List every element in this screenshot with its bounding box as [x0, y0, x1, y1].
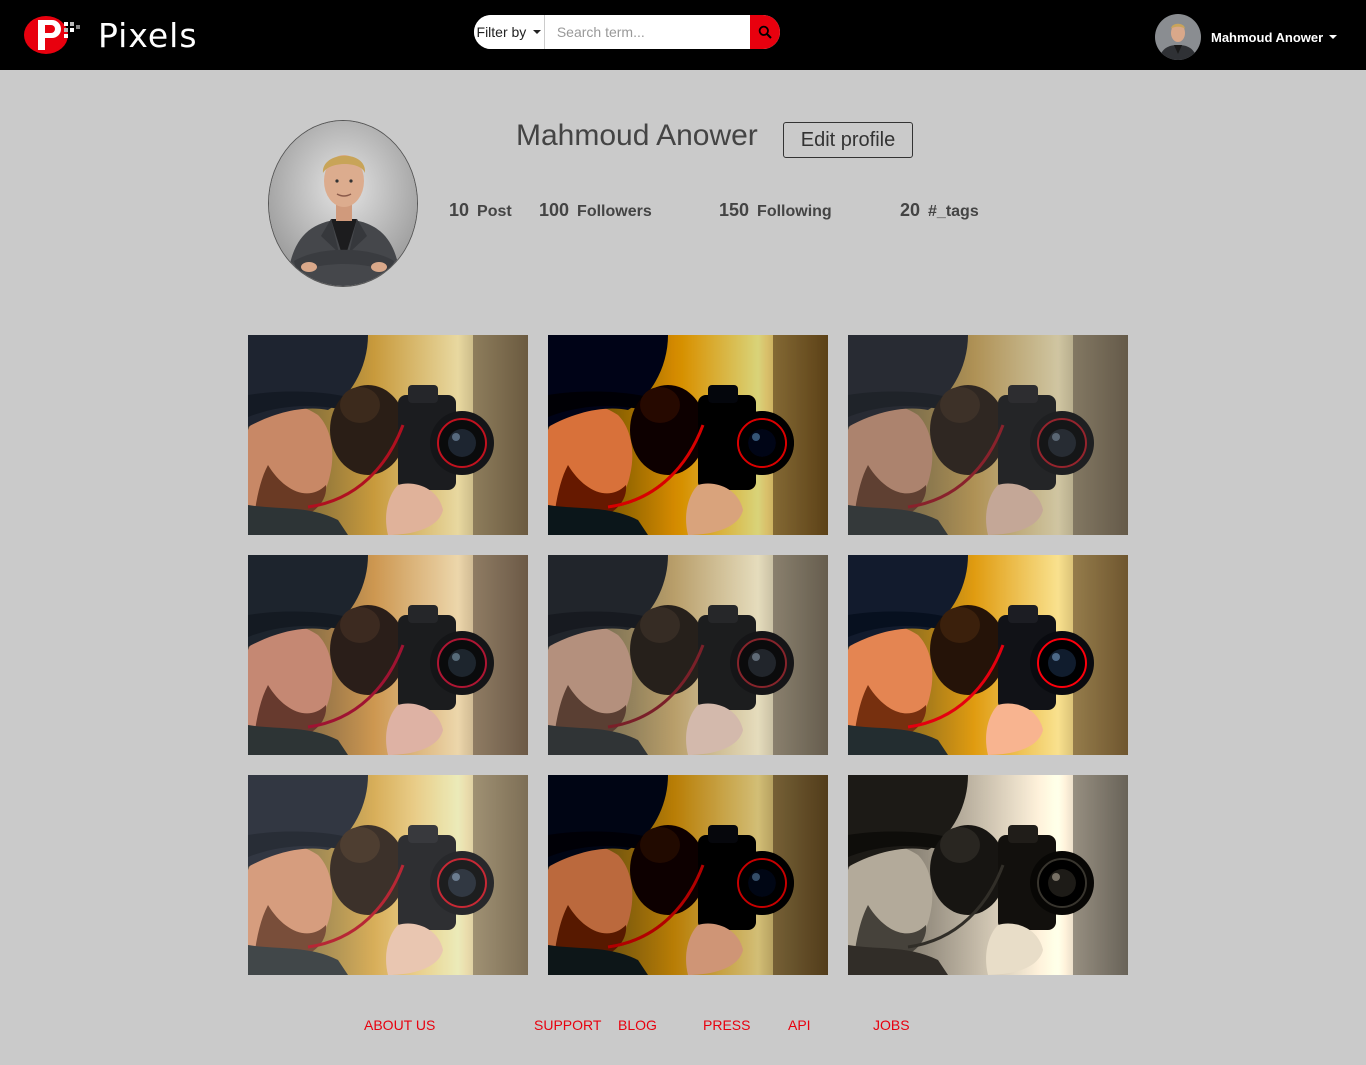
gallery-photo[interactable] [248, 775, 528, 975]
brand-logo[interactable]: Pixels [24, 14, 198, 56]
logo-icon [24, 16, 80, 54]
stat-following[interactable]: 150 Following [719, 200, 832, 221]
photo-image [248, 335, 528, 535]
stat-label: Followers [577, 203, 652, 220]
stat-value: 150 [719, 200, 750, 220]
photo-gallery [248, 335, 1128, 975]
stat-posts[interactable]: 10 Post [449, 200, 512, 221]
gallery-photo[interactable] [848, 775, 1128, 975]
footer-link-jobs[interactable]: JOBS [873, 1017, 910, 1033]
user-menu[interactable]: Mahmoud Anower [1155, 14, 1338, 60]
stat-followers[interactable]: 100 Followers [539, 200, 652, 221]
profile-photo [269, 121, 417, 286]
footer-link-api[interactable]: API [788, 1017, 811, 1033]
photo-image [548, 335, 828, 535]
stat-tags[interactable]: 20 #_tags [900, 200, 979, 221]
photo-image [248, 775, 528, 975]
filter-label: Filter by [476, 24, 527, 40]
avatar [1155, 14, 1201, 60]
user-name: Mahmoud Anower [1211, 29, 1324, 45]
edit-profile-button[interactable]: Edit profile [783, 122, 913, 158]
search-icon [758, 25, 772, 39]
gallery-photo[interactable] [548, 775, 828, 975]
photo-image [848, 335, 1128, 535]
brand-name: Pixels [98, 15, 198, 55]
stat-value: 100 [539, 200, 570, 220]
photo-image [248, 555, 528, 755]
profile-name: Mahmoud Anower [516, 119, 758, 152]
footer-link-press[interactable]: PRESS [703, 1017, 750, 1033]
search-bar: Filter by [474, 15, 780, 49]
gallery-photo[interactable] [848, 555, 1128, 755]
photo-image [848, 555, 1128, 755]
footer-link-about[interactable]: ABOUT US [364, 1017, 435, 1033]
gallery-photo[interactable] [848, 335, 1128, 535]
stat-label: Following [757, 203, 832, 220]
search-input[interactable] [544, 15, 750, 49]
photo-image [848, 775, 1128, 975]
gallery-photo[interactable] [248, 555, 528, 755]
stat-label: Post [477, 203, 512, 220]
footer-link-blog[interactable]: BLOG [618, 1017, 657, 1033]
stat-label: #_tags [928, 203, 979, 220]
gallery-photo[interactable] [548, 555, 828, 755]
gallery-photo[interactable] [548, 335, 828, 535]
profile-avatar [268, 120, 418, 287]
chevron-down-icon [1329, 35, 1338, 39]
stat-value: 20 [900, 200, 921, 220]
stat-value: 10 [449, 200, 470, 220]
footer-link-support[interactable]: SUPPORT [534, 1017, 601, 1033]
gallery-photo[interactable] [248, 335, 528, 535]
filter-dropdown-button[interactable]: Filter by [474, 15, 545, 49]
photo-image [548, 555, 828, 755]
chevron-down-icon [533, 30, 542, 34]
photo-image [548, 775, 828, 975]
search-button[interactable] [749, 15, 780, 49]
top-navbar: Pixels Filter by Mahmoud Anower [0, 0, 1366, 70]
